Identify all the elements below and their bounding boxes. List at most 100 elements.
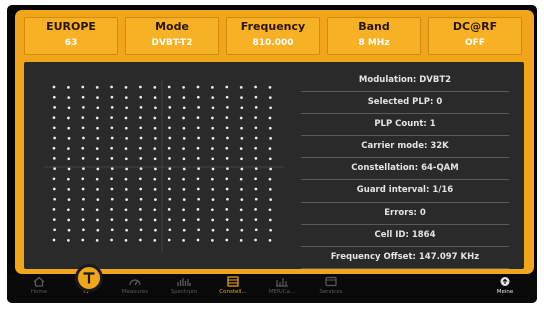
constellation-point (196, 157, 200, 160)
constellation-point (153, 208, 157, 212)
nav-spectrum[interactable]: Spectrum (160, 276, 208, 295)
constellation-point (225, 208, 229, 211)
constellation-point (139, 197, 143, 201)
constellation-point (96, 106, 100, 110)
content-panel: Modulation: DVBT2 Selected PLP: 0 PLP Co… (24, 62, 524, 269)
constellation-point (154, 167, 157, 171)
tile-frequency-label: Frequency (240, 20, 306, 33)
constellation-point (168, 106, 172, 109)
constellation-diagram (44, 80, 284, 252)
constellation-point (254, 238, 257, 242)
constellation-point (96, 218, 99, 222)
constellation-point (254, 85, 257, 89)
nav-services[interactable]: Services (307, 276, 355, 295)
constellation-point (182, 157, 186, 161)
constellation-point (110, 197, 114, 201)
constellation-point (254, 187, 258, 191)
constellation-point (67, 96, 71, 99)
constellation-point (96, 137, 100, 140)
nav-home[interactable]: Home (15, 276, 63, 295)
nav-menu-label: Meine (496, 289, 514, 295)
constellation-point (196, 218, 200, 221)
constellation-point (168, 95, 171, 99)
constellation-point (226, 228, 229, 232)
constellation-point (182, 137, 186, 140)
constellation-point (110, 218, 114, 221)
constellation-point (125, 137, 128, 140)
constellation-point (139, 106, 143, 109)
constellation-point (225, 177, 229, 181)
constellation-point (154, 137, 157, 140)
tile-band[interactable]: Band 8 MHz (327, 17, 421, 55)
constellation-point (225, 146, 229, 150)
constellation-point (168, 187, 171, 191)
spectrum-icon (177, 278, 191, 286)
constellation-point (254, 136, 258, 140)
tile-dc-rf[interactable]: DC@RF OFF (428, 17, 522, 55)
constellation-point (96, 157, 99, 161)
constellation-point (254, 228, 258, 232)
tile-frequency[interactable]: Frequency 810.000 (226, 17, 320, 55)
constellation-point (182, 126, 186, 130)
constellation-point (168, 197, 172, 201)
constellation-point (226, 106, 229, 109)
gauge-icon (129, 279, 141, 286)
constellation-point (197, 167, 200, 170)
constellation-point (239, 116, 243, 120)
constellation-point (153, 239, 157, 242)
constellation-point (239, 147, 243, 150)
constellation-point (254, 116, 257, 119)
constellation-point (96, 188, 99, 191)
constellation-point (254, 218, 258, 221)
constellation-point (240, 157, 243, 161)
constellation-point (82, 136, 85, 140)
constellation-point (81, 187, 85, 191)
constellation-point (240, 137, 244, 140)
constellation-point (96, 167, 100, 171)
constellation-point (124, 86, 128, 89)
nav-menu[interactable]: Meine (481, 276, 529, 295)
constellation-point (82, 106, 85, 109)
tile-standard-value: 63 (64, 38, 78, 48)
constellation-point (254, 106, 258, 109)
constellation-point (268, 239, 272, 242)
constellation-point (211, 86, 214, 89)
constellation-point (211, 177, 214, 181)
nav-constellation[interactable]: Constell... (209, 276, 257, 295)
constellation-point (153, 96, 157, 99)
constellation-point (52, 85, 56, 89)
constellation-point (67, 167, 71, 171)
constellation-point (110, 85, 113, 89)
constellation-point (182, 106, 186, 110)
constellation-point (225, 116, 229, 119)
constellation-point (226, 167, 229, 170)
nav-mer-carrier[interactable]: MER/Ca... (258, 276, 306, 295)
tv-button[interactable] (75, 264, 103, 292)
constellation-point (182, 177, 185, 181)
constellation-point (182, 147, 185, 150)
constellation-point (110, 106, 114, 109)
tile-dc-rf-label: DC@RF (452, 20, 498, 33)
constellation-point (53, 136, 56, 140)
constellation-point (110, 177, 113, 181)
constellation-point (268, 157, 272, 161)
constellation-point (139, 208, 142, 211)
constellation-point (268, 116, 272, 120)
constellation-point (81, 157, 85, 160)
info-selected-plp: Selected PLP: 0 (301, 92, 509, 115)
constellation-point (196, 95, 200, 99)
constellation-point (125, 228, 128, 232)
tile-mode[interactable]: Mode DVBT-T2 (125, 17, 219, 55)
tile-standard[interactable]: EUROPE 63 (24, 17, 118, 55)
nav-measures[interactable]: Measures (111, 276, 159, 295)
constellation-point (269, 137, 272, 140)
constellation-point (67, 198, 71, 201)
constellation-point (182, 239, 185, 242)
constellation-point (124, 239, 128, 242)
constellation-point (139, 187, 143, 191)
info-guard-interval: Guard interval: 1/16 (301, 180, 509, 203)
nav-services-label: Services (319, 289, 343, 295)
constellation-point (67, 106, 71, 110)
constellation-point (182, 208, 185, 212)
constellation-point (239, 177, 243, 181)
